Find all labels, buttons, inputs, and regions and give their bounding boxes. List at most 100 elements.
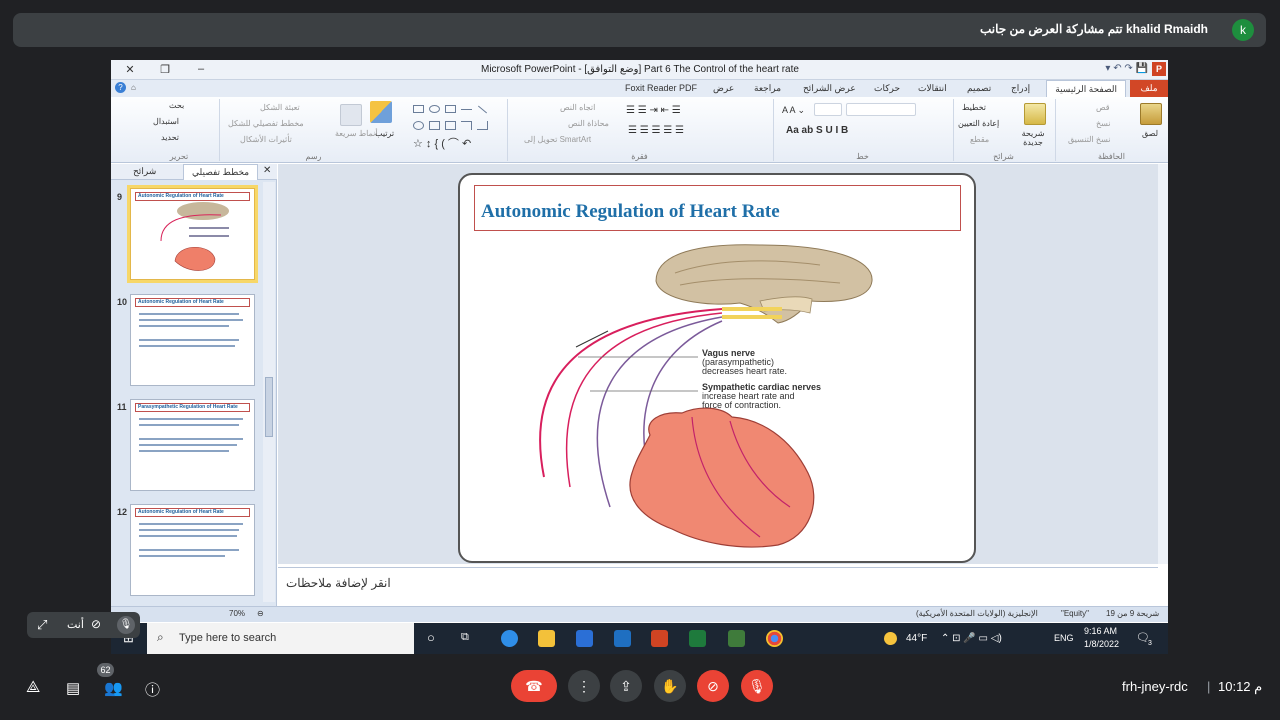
info-icon[interactable]: ⓘ [145, 679, 160, 700]
oval-shape-icon[interactable] [429, 105, 440, 113]
vagus-nerve-sub2: decreases heart rate. [702, 366, 788, 376]
close-panel-icon[interactable]: ✕ [263, 165, 271, 176]
font-name-select[interactable] [846, 103, 916, 116]
arrange-icon[interactable] [370, 101, 392, 123]
font-size-buttons[interactable]: A A ⌄ [782, 105, 805, 116]
new-slide-button[interactable]: شريحة جديدة [1018, 129, 1048, 147]
file-explorer-icon[interactable] [538, 630, 555, 647]
paste-icon[interactable] [1140, 103, 1162, 125]
text-direction-button[interactable]: اتجاه النص [560, 103, 595, 112]
panel-scroll-thumb[interactable] [265, 377, 273, 437]
copy-button[interactable]: نسخ [1096, 119, 1111, 128]
circle-arrow-shape-icon[interactable] [413, 121, 424, 130]
slide-thumbnail[interactable]: Parasympathetic Regulation of Heart Rate [130, 399, 255, 491]
layout-button[interactable]: تخطيط [962, 103, 986, 112]
slide-thumbnail[interactable]: Autonomic Regulation of Heart Rate [130, 294, 255, 386]
cortana-icon[interactable]: ○ [427, 630, 435, 645]
tab-slides-panel[interactable]: شرائح [133, 166, 156, 177]
quick-access-toolbar[interactable]: ▾ ↶ ↷ 💾 [1105, 63, 1148, 74]
tab-review[interactable]: مراجعة [754, 83, 781, 94]
activities-icon[interactable]: ⟁ [26, 679, 40, 697]
list-buttons[interactable]: ☰ ☰ ⇥ ⇤ ☰ [626, 105, 681, 116]
mic-toggle-button[interactable]: 🎙 [741, 670, 773, 702]
store-icon[interactable] [576, 630, 593, 647]
tab-foxit[interactable]: Foxit Reader PDF [625, 83, 697, 93]
excel-taskbar-icon[interactable] [689, 630, 706, 647]
tab-file[interactable]: ملف [1130, 80, 1168, 97]
section-button[interactable]: مقطع [970, 135, 989, 144]
input-language[interactable]: ENG [1054, 633, 1074, 643]
mail-icon[interactable] [614, 630, 631, 647]
help-icon[interactable]: ? [115, 82, 126, 93]
tab-view[interactable]: عرض [713, 83, 734, 94]
rectangle-shape-icon[interactable] [413, 105, 424, 113]
notes-pane[interactable]: انقر لإضافة ملاحظات [278, 567, 1158, 603]
more-options-button[interactable]: ⋮ [568, 670, 600, 702]
camera-toggle-button[interactable]: ⊘ [697, 670, 729, 702]
expand-icon[interactable]: ⤢ [37, 617, 47, 633]
raise-hand-button[interactable]: ✋ [654, 670, 686, 702]
tab-home[interactable]: الصفحة الرئيسية [1046, 80, 1126, 97]
find-button[interactable]: بحث [169, 101, 184, 110]
current-slide[interactable]: Autonomic Regulation of Heart Rate Vagus… [458, 173, 976, 563]
shape-effects-button[interactable]: تأثيرات الأشكال [240, 135, 292, 144]
alignment-buttons[interactable]: ☰ ☰ ☰ ☰ ☰ [628, 125, 684, 136]
select-button[interactable]: تحديد [161, 133, 179, 142]
app-taskbar-icon[interactable] [728, 630, 745, 647]
reset-button[interactable]: إعادة التعيين [958, 119, 999, 128]
tab-animations[interactable]: حركات [874, 83, 900, 94]
slide-vertical-scrollbar[interactable] [1158, 164, 1168, 564]
shape-outline-button[interactable]: مخطط تفصيلي للشكل [228, 119, 304, 128]
connector-shape-icon[interactable] [461, 121, 472, 130]
tab-transitions[interactable]: انتقالات [918, 83, 947, 94]
minimize-icon[interactable]: – [194, 63, 208, 75]
cut-button[interactable]: قص [1096, 103, 1110, 112]
smartart-button[interactable]: تحويل إلى SmartArt [524, 135, 591, 144]
powerpoint-taskbar-icon[interactable] [651, 630, 668, 647]
chrome-icon[interactable] [766, 630, 783, 647]
font-style-buttons[interactable]: Aa ab S U I B [786, 125, 848, 136]
arrange-button[interactable]: ترتيب [375, 129, 394, 138]
tab-insert[interactable]: إدراج [1011, 83, 1030, 94]
font-size-select[interactable] [814, 103, 842, 116]
line-shape-icon[interactable] [461, 109, 472, 110]
star-shape-icon[interactable]: ☆ ↕ { ( ⌒ ↶ [413, 135, 471, 151]
right-arrow-shape-icon[interactable] [445, 121, 456, 130]
arrow-line-shape-icon[interactable] [477, 105, 488, 114]
close-icon[interactable]: ✕ [123, 63, 137, 76]
thumbnail-text-line [139, 313, 239, 315]
align-text-button[interactable]: محاذاة النص [568, 119, 609, 128]
new-slide-icon[interactable] [1024, 103, 1046, 125]
replace-button[interactable]: استبدال [153, 117, 179, 126]
present-button[interactable]: ⇪ [610, 670, 642, 702]
task-view-icon[interactable]: ⧉ [461, 631, 469, 644]
self-view-tile[interactable]: ⤢ أنت ⊘ 🎙 [27, 612, 140, 638]
zoom-level[interactable]: 70% [229, 609, 245, 618]
ribbon-minimize-icon[interactable]: ⌂ [131, 83, 136, 92]
taskbar-search[interactable]: ⌕ Type here to search [147, 623, 414, 654]
slide-thumbnail[interactable]: Autonomic Regulation of Heart Rate [127, 185, 258, 283]
shapes-gallery[interactable]: ☆ ↕ { ( ⌒ ↶ [409, 99, 505, 161]
slide-thumbnail[interactable]: Autonomic Regulation of Heart Rate [130, 504, 255, 596]
quick-styles-button[interactable]: أنماط سريعة [335, 129, 378, 138]
chat-icon[interactable]: ▤ [66, 679, 80, 697]
people-icon[interactable]: 👥 [104, 679, 123, 697]
down-arrow-shape-icon[interactable] [429, 121, 440, 130]
paste-button[interactable]: لصق [1142, 129, 1158, 138]
tray-icons[interactable]: ⌃ ⊡ 🎤 ▭ ◁) [941, 633, 1002, 644]
rect2-shape-icon[interactable] [445, 105, 456, 113]
panel-scrollbar[interactable] [263, 182, 275, 602]
edge-icon[interactable] [501, 630, 518, 647]
quick-styles-icon[interactable] [340, 104, 362, 126]
format-painter-button[interactable]: نسخ التنسيق [1068, 135, 1110, 144]
leave-call-button[interactable]: ☎ [511, 670, 557, 702]
brain-illustration [655, 244, 873, 324]
tab-slideshow[interactable]: عرض الشرائح [803, 83, 856, 94]
shape-fill-button[interactable]: تعبئة الشكل [260, 103, 300, 112]
zoom-out-icon[interactable]: ⊖ [257, 609, 264, 618]
tab-outline-panel[interactable]: مخطط تفصيلي [183, 164, 259, 180]
elbow-shape-icon[interactable] [477, 121, 488, 130]
restore-icon[interactable]: ❐ [158, 63, 172, 76]
tab-design[interactable]: تصميم [967, 83, 991, 94]
slide-title-box[interactable]: Autonomic Regulation of Heart Rate [474, 185, 961, 231]
